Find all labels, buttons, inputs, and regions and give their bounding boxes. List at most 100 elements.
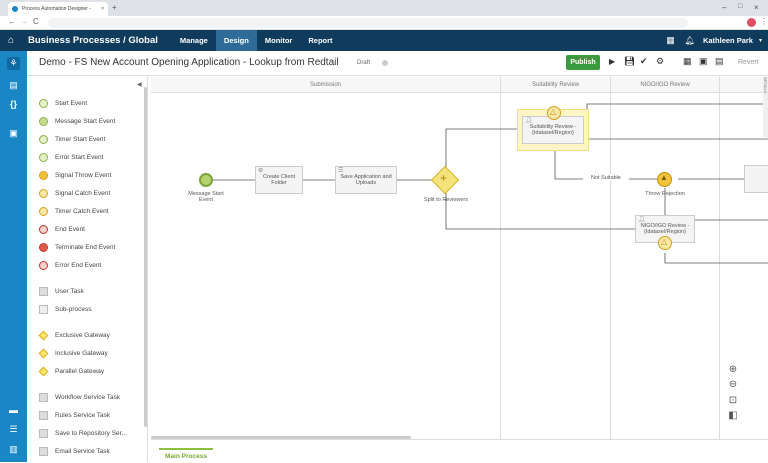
left-rail: ⚘ ▤ {} ▣ ▬ ☰ ▥ — [0, 51, 27, 462]
terminate-end-event-icon — [39, 243, 48, 252]
split-label: Split to Reviewers — [423, 197, 469, 203]
notification-bell-icon[interactable]: 🔔︎ — [685, 36, 695, 45]
rules-service-task-icon — [39, 411, 48, 420]
browser-tab[interactable]: Process Automation Designer - × — [8, 2, 108, 16]
user-name[interactable]: Kathleen Park — [703, 36, 753, 45]
palette-sub-process[interactable]: Sub-process — [39, 305, 92, 314]
throw-rejection-label: Throw Rejection — [645, 191, 685, 197]
list-search-icon[interactable]: ☰ — [7, 423, 20, 436]
new-tab-icon[interactable]: + — [112, 3, 117, 12]
process-tabs-bar: Main Process — [151, 439, 768, 463]
palette-error-end-event[interactable]: Error End Event — [39, 261, 101, 270]
collapse-palette-icon[interactable]: ◀ — [137, 81, 142, 88]
fit-to-screen-icon[interactable]: ⊡ — [727, 394, 739, 406]
palette-timer-catch-event[interactable]: Timer Catch Event — [39, 207, 109, 216]
palette-message-start-event[interactable]: Message Start Event — [39, 117, 115, 126]
palette-save-repository-task[interactable]: Save to Repository Ser... — [39, 429, 127, 438]
run-icon[interactable]: ▶ — [609, 57, 615, 66]
form-icon[interactable]: ▣ — [7, 127, 20, 140]
palette-terminate-end-event[interactable]: Terminate End Event — [39, 243, 115, 252]
palette-start-event[interactable]: Start Event — [39, 99, 87, 108]
palette-end-event[interactable]: End Event — [39, 225, 85, 234]
message-start-event-node[interactable] — [199, 173, 213, 187]
process-title-bar: Demo - FS New Account Opening Applicatio… — [27, 51, 768, 76]
minimize-window-icon[interactable]: – — [722, 3, 726, 12]
zoom-out-icon[interactable]: ⊖ — [727, 378, 739, 390]
back-icon[interactable]: ← — [8, 17, 16, 26]
draft-status-badge: Draft — [357, 60, 371, 66]
close-tab-icon[interactable]: × — [101, 6, 104, 12]
data-storage-icon[interactable]: ▬ — [7, 403, 20, 416]
forward-icon[interactable]: → — [20, 17, 28, 26]
nigo-signal-triangle-icon: △ — [661, 237, 668, 246]
browser-menu-icon[interactable]: ⋮ — [760, 17, 768, 26]
reload-icon[interactable]: C — [33, 17, 39, 26]
palette-rules-service-task[interactable]: Rules Service Task — [39, 411, 110, 420]
signal-throw-event-icon — [39, 171, 48, 180]
save-repository-task-icon — [39, 429, 48, 438]
sub-process-icon — [39, 305, 48, 314]
workflow-service-task-icon — [39, 393, 48, 402]
inclusive-gateway-icon — [38, 348, 49, 359]
start-event-icon — [39, 99, 48, 108]
close-window-icon[interactable]: × — [754, 3, 759, 12]
app-title: Business Processes / Global — [28, 35, 158, 46]
tab-main-process[interactable]: Main Process — [159, 448, 213, 463]
error-end-event-icon — [39, 261, 48, 270]
parallel-gateway-icon — [38, 366, 49, 377]
nav-manage[interactable]: Manage — [172, 30, 216, 51]
palette-signal-throw-event[interactable]: Signal Throw Event — [39, 171, 111, 180]
palette-parallel-gateway[interactable]: Parallel Gateway — [38, 366, 104, 377]
palette-timer-start-event[interactable]: Timer Start Event — [39, 135, 105, 144]
save-application-task[interactable]: Save Application and Uploads — [335, 166, 397, 194]
palette-workflow-service-task[interactable]: Workflow Service Task — [39, 393, 120, 402]
email-service-task-icon — [39, 447, 48, 456]
palette-error-start-event[interactable]: Error Start Event — [39, 153, 103, 162]
validate-check-icon[interactable]: ✔ — [640, 56, 648, 67]
palette-signal-catch-event[interactable]: Signal Catch Event — [39, 189, 110, 198]
nav-monitor[interactable]: Monitor — [257, 30, 301, 51]
signal-throw-triangle-icon: ▲ — [660, 173, 668, 182]
settings-gear-icon[interactable]: ⚙ — [656, 56, 664, 67]
analytics-icon[interactable]: ▥ — [7, 443, 20, 456]
palette-email-service-task[interactable]: Email Service Task — [39, 447, 110, 456]
code-braces-icon[interactable]: {} — [7, 97, 20, 110]
address-bar[interactable] — [48, 18, 688, 28]
script-task-icon: ☰ — [338, 168, 344, 174]
maximize-window-icon[interactable]: □ — [738, 3, 742, 10]
minimap-icon[interactable]: ◧ — [727, 409, 739, 421]
clipboard-icon[interactable]: ▤ — [715, 56, 724, 67]
user-task-icon: 👤︎ — [525, 118, 533, 124]
apps-grid-icon[interactable]: ▦ — [666, 35, 675, 46]
user-menu-chevron-icon[interactable]: ▾ — [759, 37, 762, 44]
exclusive-gateway-icon — [38, 330, 49, 341]
profile-avatar[interactable] — [747, 18, 756, 27]
palette-exclusive-gateway[interactable]: Exclusive Gateway — [38, 330, 110, 341]
parallel-plus-icon: + — [440, 171, 448, 185]
element-palette: Start Event Message Start Event Timer St… — [27, 77, 148, 462]
diagram-canvas[interactable]: Submission Suitability Review NIGO/IGO R… — [151, 77, 768, 439]
palette-user-task[interactable]: User Task — [39, 287, 84, 296]
publish-button[interactable]: Publish — [566, 55, 600, 70]
document-icon[interactable]: ▤ — [7, 79, 20, 92]
offscreen-task[interactable] — [744, 165, 768, 193]
message-start-label: Message Start Event — [188, 191, 224, 204]
palette-inclusive-gateway[interactable]: Inclusive Gateway — [38, 348, 108, 359]
save-icon[interactable]: 💾︎ — [624, 56, 635, 67]
revert-link[interactable]: Revert — [738, 59, 759, 66]
error-start-event-icon — [39, 153, 48, 162]
not-suitable-label: Not Suitable — [583, 175, 629, 182]
zoom-in-icon[interactable]: ⊕ — [727, 363, 739, 375]
signal-catch-event-icon — [39, 189, 48, 198]
nav-report[interactable]: Report — [300, 30, 340, 51]
home-icon[interactable]: ⌂ — [0, 35, 22, 46]
palette-scrollbar[interactable] — [144, 87, 147, 427]
nav-design[interactable]: Design — [215, 30, 257, 51]
page-favicon-icon — [12, 6, 18, 12]
details-panel-tab[interactable]: DETAILS — [763, 77, 768, 137]
image-export-icon[interactable]: ▣ — [699, 56, 708, 67]
grid-view-icon[interactable]: ▦ — [683, 56, 692, 67]
process-tree-icon[interactable]: ⚘ — [7, 57, 20, 70]
user-task-icon — [39, 287, 48, 296]
signal-triangle-icon: △ — [550, 107, 557, 116]
